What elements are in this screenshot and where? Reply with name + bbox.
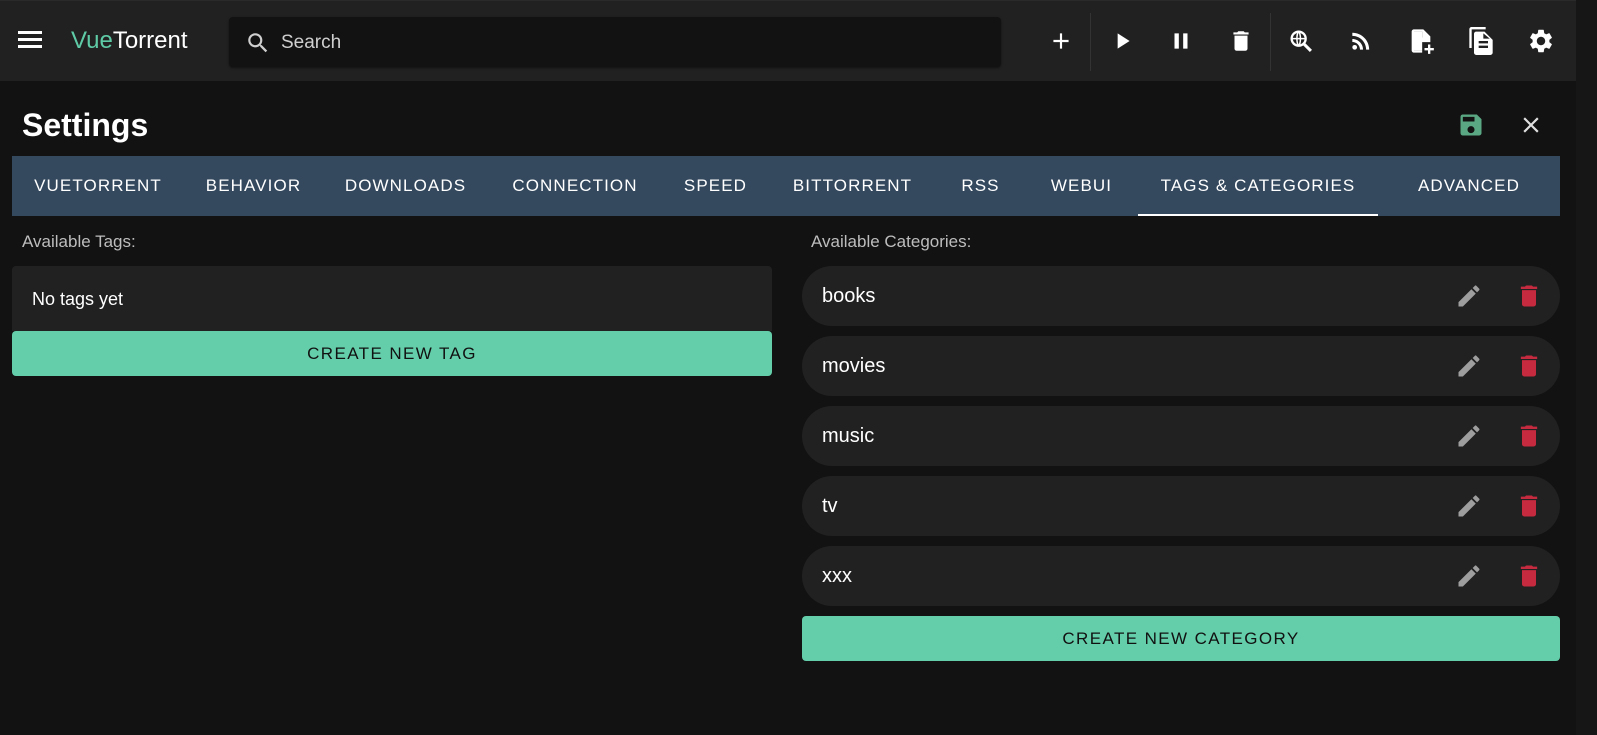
close-button[interactable] [1516,110,1546,140]
category-name: tv [822,495,838,517]
category-name: movies [822,355,886,377]
tab-advanced[interactable]: ADVANCED [1378,156,1560,216]
available-tags-label: Available Tags: [22,232,136,251]
save-button[interactable] [1456,110,1486,140]
trash-icon [1233,31,1249,51]
tab-webui[interactable]: WEBUI [1025,156,1138,216]
pencil-icon[interactable] [1455,282,1483,310]
trash-icon[interactable] [1515,492,1543,520]
tab-speed[interactable]: SPEED [662,156,769,216]
available-categories-label: Available Categories: [811,232,972,251]
menu-icon[interactable] [18,29,44,51]
search-globe-icon [1290,30,1312,52]
category-row: music [802,406,1560,466]
logs-button[interactable] [1465,25,1497,57]
pause-button[interactable] [1165,25,1197,57]
category-name: xxx [822,565,852,587]
scrollbar[interactable] [1576,0,1597,735]
trash-icon[interactable] [1515,422,1543,450]
pencil-icon[interactable] [1455,352,1483,380]
tab-downloads[interactable]: DOWNLOADS [323,156,488,216]
pencil-icon[interactable] [1455,562,1483,590]
pause-icon [1174,33,1188,49]
page-title: Settings [22,107,149,143]
brand-torrent: Torrent [112,27,188,54]
category-row: books [802,266,1560,326]
tab-tags-categories[interactable]: TAGS & CATEGORIES [1138,156,1378,216]
rss-icon [1352,32,1370,50]
tab-rss[interactable]: RSS [936,156,1025,216]
search-online-button[interactable] [1285,25,1317,57]
tab-vuetorrent[interactable]: VUETORRENT [12,156,184,216]
app-bar: VueTorrent [0,0,1576,81]
settings-tabs: VUETORRENT BEHAVIOR DOWNLOADS CONNECTION… [12,156,1560,216]
trash-icon[interactable] [1515,352,1543,380]
play-icon [1117,33,1130,49]
brand-vue: Vue [71,27,113,54]
tags-list: No tags yet [12,266,772,331]
create-category-button[interactable]: CREATE NEW CATEGORY [802,616,1560,661]
trash-icon[interactable] [1515,562,1543,590]
toolbar-divider [1090,13,1091,71]
toolbar-divider [1270,13,1271,71]
add-torrent-file-button[interactable] [1405,25,1437,57]
tab-bittorrent[interactable]: BITTORRENT [769,156,936,216]
category-name: music [822,425,875,447]
pencil-icon[interactable] [1455,422,1483,450]
category-name: books [822,285,876,307]
category-row: tv [802,476,1560,536]
plus-icon [1053,33,1069,49]
close-icon [1523,117,1539,133]
resume-button[interactable] [1106,25,1138,57]
logs-icon [1469,27,1493,55]
category-row: xxx [802,546,1560,606]
add-torrent-button[interactable] [1045,25,1077,57]
rss-button[interactable] [1345,25,1377,57]
gear-icon [1530,29,1552,53]
create-tag-button[interactable]: CREATE NEW TAG [12,331,772,376]
save-icon [1460,114,1482,136]
delete-torrent-button[interactable] [1225,25,1257,57]
search-input[interactable] [279,17,983,69]
settings-button[interactable] [1525,25,1557,57]
tab-connection[interactable]: CONNECTION [488,156,662,216]
no-tags-text: No tags yet [32,289,124,309]
search-box[interactable] [229,17,1001,69]
category-row: movies [802,336,1560,396]
pencil-icon[interactable] [1455,492,1483,520]
app-brand: VueTorrent [71,27,188,55]
file-plus-icon [1411,29,1434,54]
trash-icon[interactable] [1515,282,1543,310]
tab-behavior[interactable]: BEHAVIOR [184,156,323,216]
search-icon [248,33,268,53]
